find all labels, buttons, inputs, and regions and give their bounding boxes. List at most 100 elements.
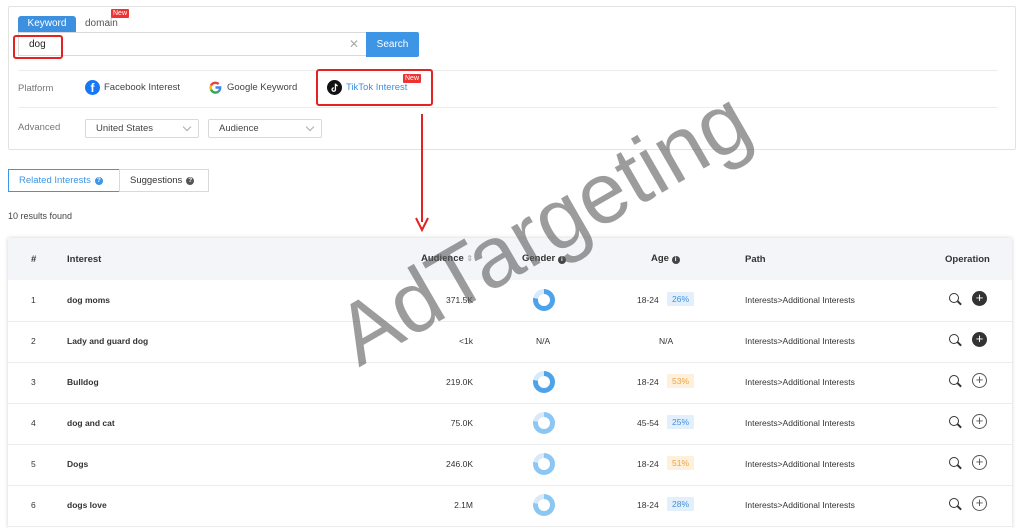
age-percent-badge: 28%: [667, 497, 695, 511]
table-row: 6 dogs love 2.1M 18-24 28% Interests>Addition…: [8, 485, 1012, 527]
interest-name: dog and cat: [67, 418, 115, 428]
chevron-down-icon: [182, 122, 192, 132]
sort-icon[interactable]: ⇕: [466, 254, 473, 263]
row-number: 5: [31, 459, 36, 469]
gender-donut-chart: [533, 494, 555, 516]
search-icon[interactable]: [949, 457, 959, 467]
tab-keyword[interactable]: Keyword: [18, 16, 76, 32]
add-icon[interactable]: +: [972, 496, 987, 511]
tab-suggestions-label: Suggestions: [130, 175, 183, 186]
table-row: 3 Bulldog 219.0K 18-24 53% Interests>Addition…: [8, 362, 1012, 404]
path-value: Interests>Additional Interests: [745, 295, 855, 305]
header-operation: Operation: [945, 254, 990, 265]
header-num: #: [31, 254, 37, 265]
age-percent-badge: 53%: [667, 374, 695, 388]
header-age: Age i: [651, 253, 680, 264]
interest-name: Dogs: [67, 459, 89, 469]
age-range: 45-54: [637, 418, 659, 428]
results-table: # Interest Audience ⇕ Gender i Age i Pat…: [8, 238, 1012, 528]
path-value: Interests>Additional Interests: [745, 500, 855, 510]
platform-facebook-label: Facebook Interest: [104, 82, 181, 93]
search-button[interactable]: Search: [366, 32, 419, 57]
new-badge: New: [111, 9, 130, 18]
search-icon[interactable]: [949, 416, 959, 426]
header-age-label: Age: [651, 253, 669, 264]
header-gender-label: Gender: [522, 253, 556, 264]
search-input[interactable]: [18, 32, 366, 56]
table-header: # Interest Audience ⇕ Gender i Age i Pat…: [8, 238, 1012, 280]
search-icon[interactable]: [949, 375, 959, 385]
info-icon: i: [557, 256, 566, 264]
help-icon: ?: [94, 176, 103, 185]
audience-value: 2.1M: [454, 500, 473, 510]
add-icon[interactable]: +: [972, 414, 987, 429]
tab-related-interests[interactable]: Related Interests ?: [8, 169, 120, 192]
path-value: Interests>Additional Interests: [745, 377, 855, 387]
divider: [18, 70, 998, 71]
age-range: 18-24: [637, 459, 659, 469]
path-value: Interests>Additional Interests: [745, 336, 855, 346]
audience-value: 219.0K: [446, 377, 473, 387]
interest-name: dog moms: [67, 295, 110, 305]
row-number: 4: [31, 418, 36, 428]
add-icon[interactable]: +: [972, 332, 987, 347]
tab-suggestions[interactable]: Suggestions ?: [119, 169, 209, 192]
search-icon[interactable]: [949, 498, 959, 508]
header-interest: Interest: [67, 254, 102, 265]
search-icon[interactable]: [949, 334, 959, 344]
search-icon[interactable]: [949, 293, 959, 303]
age-percent-badge: 51%: [667, 456, 695, 470]
path-value: Interests>Additional Interests: [745, 418, 855, 428]
tiktok-highlight-box: [316, 69, 433, 106]
clear-icon[interactable]: ✕: [349, 37, 359, 51]
country-select[interactable]: United States: [85, 119, 199, 138]
info-icon: i: [671, 256, 680, 264]
audience-value: <1k: [459, 336, 473, 346]
gender-donut-chart: [533, 289, 555, 311]
google-icon: [209, 81, 222, 94]
platform-facebook[interactable]: f Facebook Interest: [85, 80, 180, 95]
age-percent-badge: 25%: [667, 415, 695, 429]
audience-value: 246.0K: [446, 459, 473, 469]
country-select-value: United States: [96, 123, 154, 134]
header-gender: Gender i: [522, 253, 566, 264]
audience-select[interactable]: Audience: [208, 119, 322, 138]
age-range: 18-24: [637, 295, 659, 305]
table-row: 5 Dogs 246.0K 18-24 51% Interests>Additional …: [8, 444, 1012, 486]
advanced-label: Advanced: [18, 122, 61, 133]
tab-related-interests-label: Related Interests: [19, 175, 91, 186]
age-range: N/A: [659, 336, 674, 346]
gender-donut-chart: [533, 453, 555, 475]
divider: [18, 107, 998, 108]
header-path: Path: [745, 254, 766, 265]
gender-value: N/A: [536, 336, 551, 346]
add-icon[interactable]: +: [972, 455, 987, 470]
header-audience[interactable]: Audience ⇕: [421, 253, 473, 264]
age-range: 18-24: [637, 377, 659, 387]
audience-value: 75.0K: [450, 418, 473, 428]
interest-name: dogs love: [67, 500, 107, 510]
table-row: 2 Lady and guard dog <1k N/A N/A Interests>Ad…: [8, 321, 1012, 363]
row-number: 3: [31, 377, 36, 387]
path-value: Interests>Additional Interests: [745, 459, 855, 469]
chevron-down-icon: [305, 122, 315, 132]
row-number: 6: [31, 500, 36, 510]
gender-donut-chart: [533, 412, 555, 434]
audience-select-value: Audience: [219, 123, 259, 134]
search-highlight-box: [13, 35, 63, 59]
interest-name: Bulldog: [67, 377, 99, 387]
platform-label: Platform: [18, 83, 54, 94]
row-number: 2: [31, 336, 36, 346]
age-range: 18-24: [637, 500, 659, 510]
platform-google[interactable]: Google Keyword: [208, 80, 297, 95]
add-icon[interactable]: +: [972, 291, 987, 306]
table-row: 1 dog moms 371.5K 18-24 26% Interests>Additio…: [8, 280, 1012, 322]
gender-donut-chart: [533, 371, 555, 393]
table-row: 4 dog and cat 75.0K 45-54 25% Interests>Addit…: [8, 403, 1012, 445]
tab-domain[interactable]: domain: [85, 16, 118, 32]
results-count: 10 results found: [8, 211, 73, 221]
interest-name: Lady and guard dog: [67, 336, 149, 346]
facebook-icon: f: [85, 80, 100, 95]
help-icon: ?: [186, 176, 195, 185]
add-icon[interactable]: +: [972, 373, 987, 388]
